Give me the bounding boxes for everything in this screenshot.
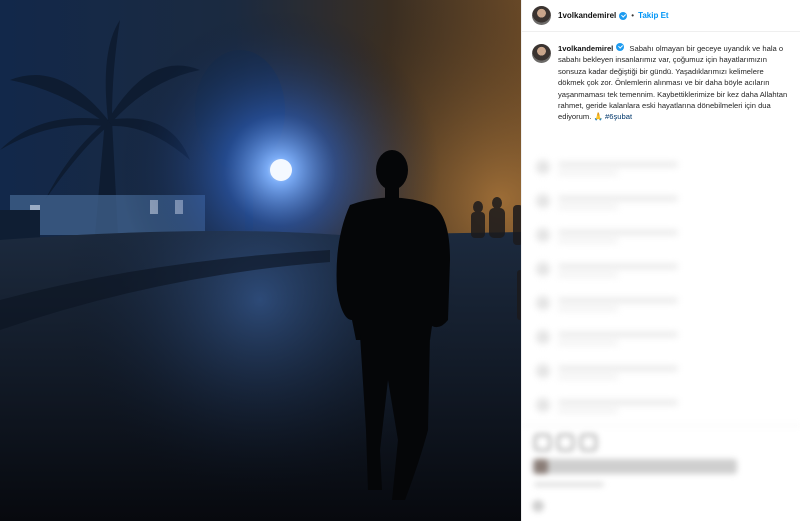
post-actions-blurred [522,425,800,521]
verified-badge-icon [619,11,628,20]
share-icon[interactable] [580,434,597,451]
liker-avatar [534,459,548,474]
hashtag-link[interactable]: #6şubat [605,112,632,121]
follow-button[interactable]: Takip Et [638,11,669,20]
add-comment-emoji-icon[interactable] [532,500,544,512]
caption-username[interactable]: 1volkandemirel [558,44,613,53]
night-fog-scene [0,0,521,521]
username-link[interactable]: 1volkandemirel [558,11,616,20]
heart-icon[interactable] [534,434,551,451]
post-header: 1volkandemirel • Takip Et [522,0,800,32]
post-caption: 1volkandemirel Sabahı olmayan bir geceye… [522,32,800,123]
comment-icon[interactable] [557,434,574,451]
verified-badge-icon [616,43,625,51]
post-date [534,482,604,487]
post-sidebar: 1volkandemirel • Takip Et 1volkandemirel… [521,0,800,521]
post-photo [0,0,521,521]
caption-avatar[interactable] [532,44,551,63]
caption-text: Sabahı olmayan bir geceye uyandık ve hal… [558,44,788,122]
likes-summary [532,459,737,474]
separator-dot: • [631,11,635,20]
avatar[interactable] [532,6,551,25]
